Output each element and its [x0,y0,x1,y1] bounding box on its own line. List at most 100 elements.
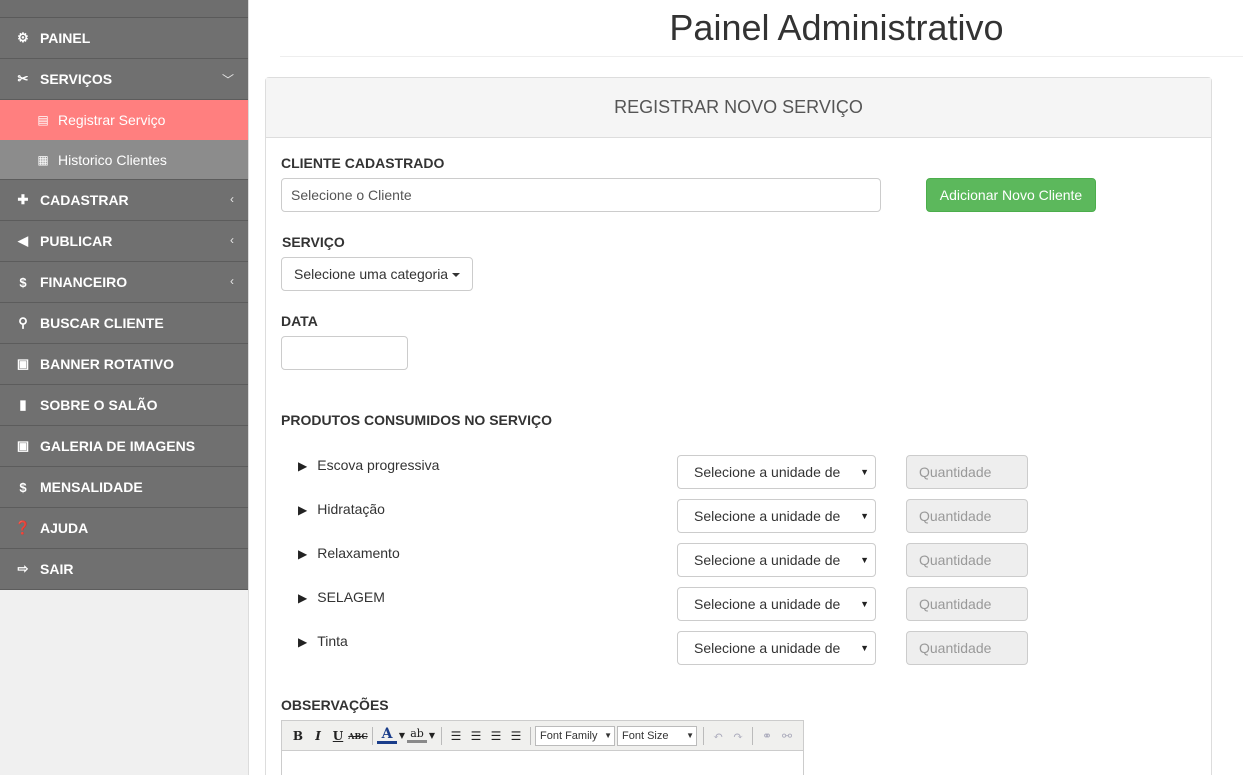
date-label: DATA [281,313,318,329]
redo-icon[interactable]: ↷ [728,729,748,743]
toolbar-divider [703,726,704,745]
products-label: PRODUTOS CONSUMIDOS NO SERVIÇO [281,412,552,428]
page-title: Painel Administrativo [280,0,1243,57]
dollar-icon: $ [19,274,27,290]
font-color-dropdown-icon[interactable]: ▼ [397,731,407,740]
underline-button[interactable]: U [328,729,348,743]
sidebar-top-strip [0,0,248,18]
chevron-left-icon: ‹ [230,192,234,206]
sidebar-item-servicos[interactable]: ✂ SERVIÇOS ﹀ [0,59,248,100]
toolbar-divider [441,726,442,745]
observations-editor[interactable]: B I U ABC A ▼ ab ▼ ☰ ☰ ☰ ☰ Font Family ▼ … [281,720,804,775]
product-name-text: SELAGEM [317,589,385,605]
service-label: SERVIÇO [282,234,345,250]
unit-select-value: Selecione a unidade de [694,596,841,612]
client-label: CLIENTE CADASTRADO [281,155,445,171]
dropdown-arrow-icon: ▼ [860,555,869,565]
italic-button[interactable]: I [308,729,328,743]
product-name[interactable]: ▶ Relaxamento [298,545,400,561]
dollar-icon: $ [19,479,27,495]
dropdown-arrow-icon: ▼ [604,730,612,740]
sidebar-item-label: SERVIÇOS [40,71,113,87]
sidebar-item-sobre-o-salao[interactable]: ▮ SOBRE O SALÃO [0,385,248,426]
unit-select[interactable]: Selecione a unidade de ▼ [677,455,876,489]
add-new-client-button[interactable]: Adicionar Novo Cliente [926,178,1096,212]
panel-heading: REGISTRAR NOVO SERVIÇO [266,78,1211,138]
toolbar-divider [752,726,753,745]
bold-button[interactable]: B [288,729,308,743]
dropdown-arrow-icon: ▼ [860,643,869,653]
sidebar-item-label: CADASTRAR [40,192,129,208]
sidebar-item-label: SOBRE O SALÃO [40,397,158,413]
sidebar-item-cadastrar[interactable]: ✚ CADASTRAR ‹ [0,180,248,221]
sidebar-item-mensalidade[interactable]: $ MENSALIDADE [0,467,248,508]
align-justify-icon[interactable]: ☰ [506,729,526,743]
quantity-input[interactable]: Quantidade [906,499,1028,533]
font-family-select[interactable]: Font Family ▼ [535,725,615,746]
unit-select[interactable]: Selecione a unidade de ▼ [677,499,876,533]
search-icon: ⚲ [18,315,28,330]
sidebar-item-label: BUSCAR CLIENTE [40,315,164,331]
sidebar-item-label: FINANCEIRO [40,274,128,290]
sidebar-subitem-registrar-servico[interactable]: ▤ Registrar Serviço [0,100,248,140]
plus-icon: ✚ [17,192,29,207]
dropdown-arrow-icon: ▼ [860,467,869,477]
link-icon[interactable]: ⚭ [757,729,777,743]
product-name[interactable]: ▶ SELAGEM [298,589,385,605]
product-name[interactable]: ▶ Hidratação [298,501,385,517]
unit-select-value: Selecione a unidade de [694,552,841,568]
sidebar-subitem-label: Registrar Serviço [58,112,166,128]
sidebar-item-label: MENSALIDADE [40,479,143,495]
sidebar-subitem-historico-clientes[interactable]: ▦ Historico Clientes [0,140,248,180]
strikethrough-button[interactable]: ABC [348,731,368,741]
font-size-select[interactable]: Font Size ▼ [617,725,697,746]
font-color-button[interactable]: A [377,727,397,744]
triangle-right-icon: ▶ [298,547,308,561]
unit-select[interactable]: Selecione a unidade de ▼ [677,587,876,621]
undo-icon[interactable]: ↶ [708,729,728,743]
client-select[interactable]: Selecione o Cliente [281,178,881,212]
chevron-left-icon: ‹ [230,233,234,247]
triangle-right-icon: ▶ [298,503,308,517]
dashboard-icon: ⚙ [17,30,29,45]
triangle-right-icon: ▶ [298,459,308,473]
sidebar-item-painel[interactable]: ⚙ PAINEL [0,18,248,59]
sidebar-item-publicar[interactable]: ◀ PUBLICAR ‹ [0,221,248,262]
sidebar-item-buscar-cliente[interactable]: ⚲ BUSCAR CLIENTE [0,303,248,344]
sidebar-item-label: BANNER ROTATIVO [40,356,175,372]
date-input[interactable] [281,336,408,370]
unit-select[interactable]: Selecione a unidade de ▼ [677,631,876,665]
sidebar-item-ajuda[interactable]: ❓ AJUDA [0,508,248,549]
product-name[interactable]: ▶ Tinta [298,633,348,649]
sidebar-item-galeria-de-imagens[interactable]: ▣ GALERIA DE IMAGENS [0,426,248,467]
align-right-icon[interactable]: ☰ [486,729,506,743]
product-name-text: Relaxamento [317,545,400,561]
triangle-right-icon: ▶ [298,591,308,605]
quantity-input[interactable]: Quantidade [906,631,1028,665]
unit-select[interactable]: Selecione a unidade de ▼ [677,543,876,577]
service-category-dropdown[interactable]: Selecione uma categoria [281,257,474,291]
sidebar-item-sair[interactable]: ⇨ SAIR [0,549,248,590]
editor-toolbar: B I U ABC A ▼ ab ▼ ☰ ☰ ☰ ☰ Font Family ▼ … [282,721,803,751]
observations-label: OBSERVAÇÕES [281,697,389,713]
triangle-right-icon: ▶ [298,635,308,649]
highlight-dropdown-icon[interactable]: ▼ [427,731,437,740]
align-left-icon[interactable]: ☰ [446,729,466,743]
quantity-input[interactable]: Quantidade [906,543,1028,577]
product-name[interactable]: ▶ Escova progressiva [298,457,439,473]
briefcase-icon: ▮ [19,397,27,412]
sidebar-item-banner-rotativo[interactable]: ▣ BANNER ROTATIVO [0,344,248,385]
service-category-dropdown-label: Selecione uma categoria [294,266,449,282]
unlink-icon[interactable]: ⚯ [777,729,797,743]
bullhorn-icon: ◀ [18,233,28,248]
sidebar-item-financeiro[interactable]: $ FINANCEIRO ‹ [0,262,248,303]
quantity-input[interactable]: Quantidade [906,587,1028,621]
highlight-color-button[interactable]: ab [407,728,427,743]
quantity-input[interactable]: Quantidade [906,455,1028,489]
question-icon: ❓ [14,520,32,535]
align-center-icon[interactable]: ☰ [466,729,486,743]
font-size-select-label: Font Size [622,729,669,742]
list-icon: ▦ [37,152,49,167]
logout-icon: ⇨ [17,561,29,576]
sidebar-item-label: PUBLICAR [40,233,113,249]
